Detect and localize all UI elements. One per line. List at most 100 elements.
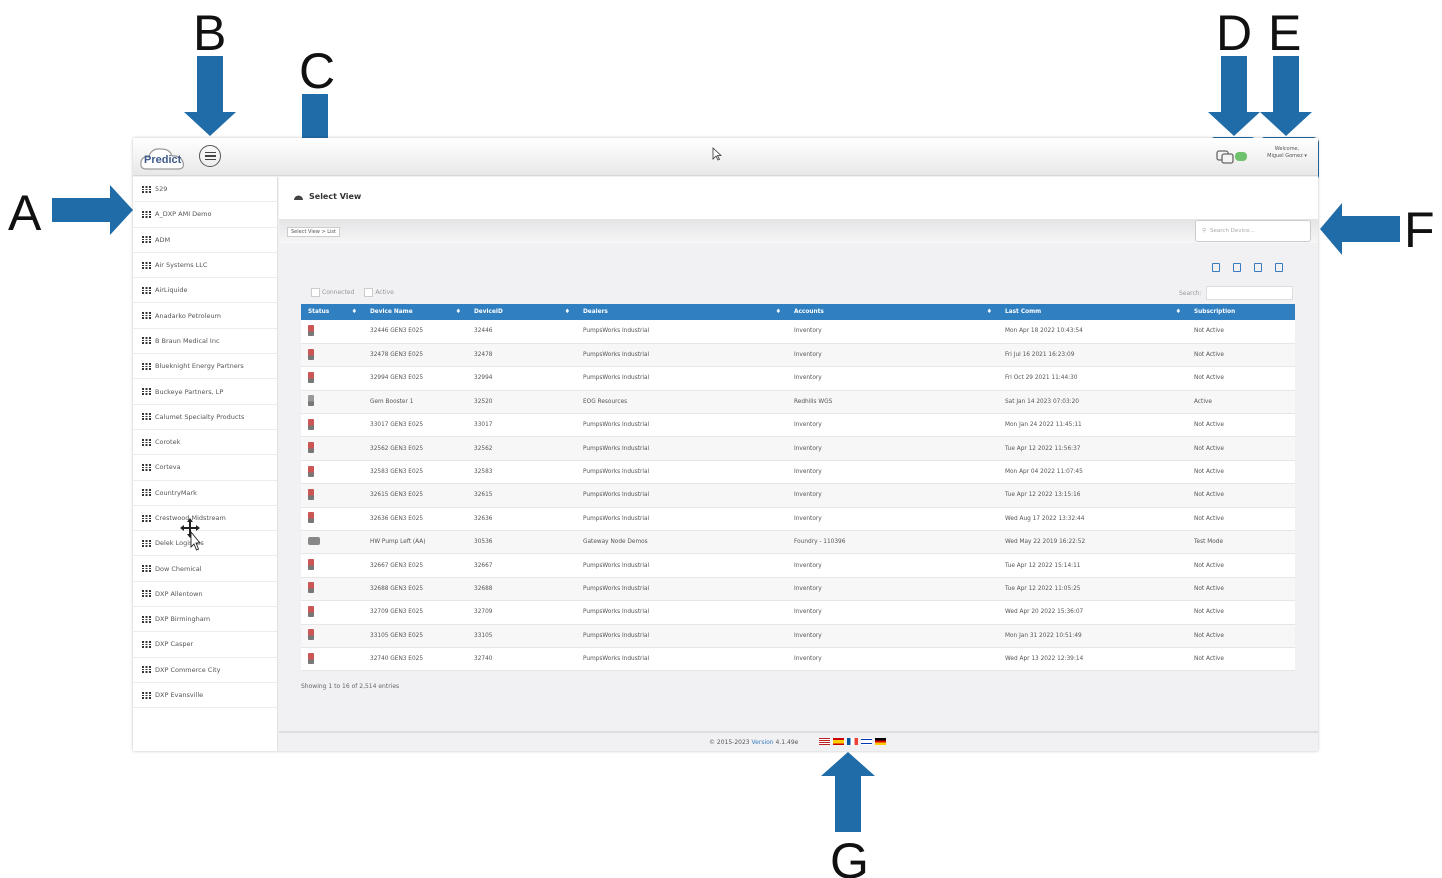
cell-name: 32740 GEN3 E025 (363, 647, 467, 672)
sidebar-item-label: Air Systems LLC (155, 261, 208, 270)
table-row[interactable]: 32615 GEN3 E025 32615 PumpsWorks Industria… (301, 483, 1295, 508)
sidebar-item[interactable]: B Braun Medical Inc (133, 329, 277, 355)
hamburger-menu-button[interactable] (199, 145, 221, 167)
sidebar-item-label: Calumet Specialty Products (155, 412, 245, 421)
select-view-button[interactable]: Select View (293, 192, 361, 201)
messages-icon[interactable] (1215, 149, 1249, 165)
sidebar-item-label: Dow Chemical (155, 564, 202, 573)
sidebar-item[interactable]: Dow Chemical (133, 556, 277, 582)
table-row[interactable]: 32562 GEN3 E025 32562 PumpsWorks Industria… (301, 436, 1295, 461)
table-row[interactable]: 32740 GEN3 E025 32740 PumpsWorks Industria… (301, 647, 1295, 672)
device-status-icon (308, 652, 314, 664)
sidebar-item[interactable]: Air Systems LLC (133, 253, 277, 279)
table-row[interactable]: Gem Booster 1 32520 EOG Resources Redhills … (301, 390, 1295, 415)
dashboard-icon (294, 195, 303, 200)
column-header[interactable]: Device Name ♦ (363, 304, 467, 320)
sidebar-item[interactable]: Blueknight Energy Partners (133, 354, 277, 380)
cell-name: 32994 GEN3 E025 (363, 366, 467, 391)
cell-name: 32478 GEN3 E025 (363, 343, 467, 368)
table-search: Search: (1179, 286, 1293, 300)
column-header[interactable]: Status ♦ (301, 304, 363, 320)
sort-icon[interactable]: ♦ (565, 308, 570, 315)
grid-icon (142, 666, 151, 674)
sort-icon[interactable]: ♦ (1176, 308, 1181, 315)
table-row[interactable]: 32583 GEN3 E025 32583 PumpsWorks Industria… (301, 460, 1295, 485)
column-header[interactable]: Dealers ♦ (576, 304, 787, 320)
sidebar-item[interactable]: DXP Allentown (133, 582, 277, 608)
table-row[interactable]: 32667 GEN3 E025 32667 PumpsWorks Industria… (301, 553, 1295, 578)
flag-icon-de[interactable] (875, 738, 886, 745)
table-search-input[interactable] (1205, 286, 1293, 300)
flag-icon-fr[interactable] (847, 738, 858, 745)
cell-dealer: PumpsWorks Industrial (576, 483, 787, 508)
sidebar-item[interactable]: DXP Evansville (133, 683, 277, 709)
sidebar-item[interactable]: Anadarko Petroleum (133, 303, 277, 329)
status-cell (301, 530, 363, 555)
grid-icon (142, 590, 151, 598)
filter-active[interactable]: Active (364, 288, 394, 297)
breadcrumb[interactable]: Select View > List (287, 227, 340, 237)
cell-id: 30536 (467, 530, 576, 555)
cell-id: 32709 (467, 600, 576, 625)
sort-icon[interactable]: ♦ (987, 308, 992, 315)
table-row[interactable]: 32446 GEN3 E025 32446 PumpsWorks Industria… (301, 320, 1295, 344)
table-row[interactable]: 32636 GEN3 E025 32636 PumpsWorks Industria… (301, 507, 1295, 532)
sort-icon[interactable]: ♦ (776, 308, 781, 315)
cell-sub: Not Active (1187, 436, 1295, 461)
sidebar-item[interactable]: DXP Birmingham (133, 607, 277, 633)
flag-icon-il[interactable] (861, 738, 872, 745)
sort-icon[interactable]: ♦ (456, 308, 461, 315)
column-header[interactable]: DeviceID ♦ (467, 304, 576, 320)
trash-icon[interactable] (1212, 263, 1220, 272)
cell-account: Inventory (787, 553, 998, 578)
search-device-input[interactable]: ⚲ Search Device... (1195, 220, 1311, 242)
column-header[interactable]: Last Comm ♦ (998, 304, 1187, 320)
column-header[interactable]: Accounts ♦ (787, 304, 998, 320)
sidebar-item[interactable]: 529 (133, 177, 277, 203)
sidebar-item[interactable]: ADM (133, 228, 277, 253)
flag-icon-us[interactable] (819, 738, 830, 745)
sidebar-item[interactable]: Corteva (133, 455, 277, 481)
table-row[interactable]: 33105 GEN3 E025 33105 PumpsWorks Industria… (301, 624, 1295, 648)
table-row[interactable]: 32994 GEN3 E025 32994 PumpsWorks Industria… (301, 366, 1295, 391)
sidebar-item[interactable]: Calumet Specialty Products (133, 405, 277, 430)
filter-connected[interactable]: Connected (311, 288, 354, 297)
cell-account: Inventory (787, 460, 998, 485)
export-icon[interactable] (1233, 263, 1241, 272)
cell-id: 32520 (467, 390, 576, 415)
table-row[interactable]: 33017 GEN3 E025 33017 PumpsWorks Industria… (301, 413, 1295, 438)
cell-name: 32636 GEN3 E025 (363, 507, 467, 532)
sidebar-item[interactable]: Crestwood Midstream (133, 506, 277, 532)
table-row[interactable]: 32709 GEN3 E025 32709 PumpsWorks Industria… (301, 600, 1295, 625)
sidebar-item[interactable]: Corotek (133, 430, 277, 456)
column-header[interactable]: Subscription (1187, 304, 1295, 320)
sidebar-item[interactable]: CountryMark (133, 481, 277, 506)
export-pdf-icon[interactable] (1254, 263, 1262, 272)
grid-icon (142, 489, 151, 497)
sidebar-item[interactable]: A_DXP AMI Demo (133, 202, 277, 228)
device-list-panel: Connected Active Search: Status ♦ Device N… (279, 243, 1318, 733)
cell-name: 32446 GEN3 E025 (363, 320, 467, 344)
sidebar-item[interactable]: DXP Casper (133, 632, 277, 658)
user-welcome-dropdown[interactable]: Welcome, Miguel Gomez ▾ (1261, 146, 1313, 160)
status-cell (301, 553, 363, 578)
sidebar-item[interactable]: Delek Logistics (133, 531, 277, 557)
flag-icon-es[interactable] (833, 738, 844, 745)
table-row[interactable]: 32478 GEN3 E025 32478 PumpsWorks Industria… (301, 343, 1295, 368)
select-view-header: Select View (279, 177, 1318, 219)
table-row[interactable]: HW Pump Left (AA) 30536 Gateway Node Demos… (301, 530, 1295, 555)
cell-last: Tue Apr 12 2022 11:05:25 (998, 577, 1187, 602)
sort-icon[interactable]: ♦ (352, 308, 357, 315)
table-row[interactable]: 32688 GEN3 E025 32688 PumpsWorks Industria… (301, 577, 1295, 602)
grid-icon (142, 640, 151, 648)
print-icon[interactable] (1275, 263, 1283, 272)
grid-icon (142, 312, 151, 320)
sidebar-item[interactable]: AirLiquide (133, 278, 277, 304)
sidebar-item[interactable]: DXP Commerce City (133, 658, 277, 683)
sidebar-item[interactable]: Buckeye Partners, LP (133, 379, 277, 405)
search-icon: ⚲ (1202, 228, 1207, 234)
device-status-icon (308, 512, 314, 524)
cell-dealer: PumpsWorks Industrial (576, 507, 787, 532)
grid-icon (142, 337, 151, 345)
status-filters: Connected Active (311, 288, 394, 297)
